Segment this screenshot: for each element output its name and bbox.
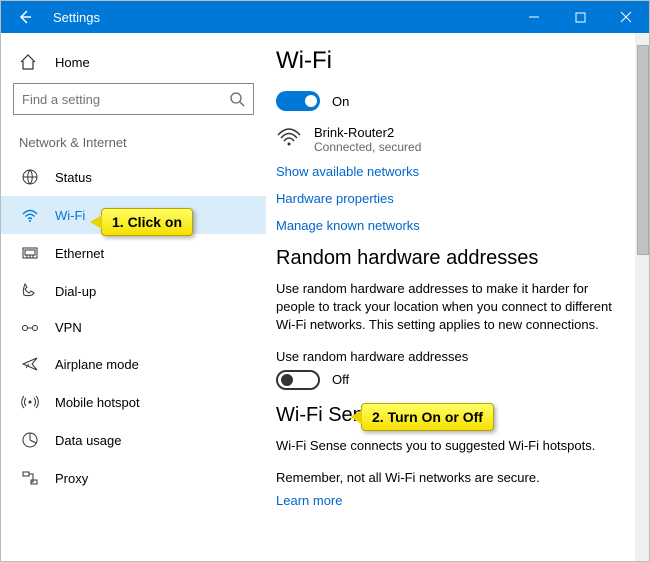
home-icon [19, 53, 41, 71]
back-button[interactable] [1, 1, 49, 33]
sidebar-item-label: VPN [55, 320, 82, 335]
link-manage-known[interactable]: Manage known networks [276, 218, 625, 233]
wifi-sense-desc2: Remember, not all Wi-Fi networks are sec… [276, 469, 625, 487]
proxy-icon [19, 469, 41, 487]
close-icon [620, 11, 632, 23]
dialup-icon [19, 282, 41, 300]
sidebar-item-label: Proxy [55, 471, 88, 486]
sidebar-home-label: Home [55, 55, 90, 70]
wifi-toggle[interactable] [276, 91, 320, 111]
sidebar-item-label: Status [55, 170, 92, 185]
sidebar-item-status[interactable]: Status [1, 158, 266, 196]
sidebar-item-label: Ethernet [55, 246, 104, 261]
sidebar-item-airplane[interactable]: Airplane mode [1, 345, 266, 383]
sidebar-section-label: Network & Internet [1, 129, 266, 158]
arrow-left-icon [17, 9, 33, 25]
link-show-networks[interactable]: Show available networks [276, 164, 625, 179]
link-hardware-props[interactable]: Hardware properties [276, 191, 625, 206]
network-name: Brink-Router2 [314, 125, 421, 140]
ethernet-icon [19, 244, 41, 262]
titlebar: Settings [1, 1, 649, 33]
hotspot-icon [19, 393, 41, 411]
sidebar-item-ethernet[interactable]: Ethernet [1, 234, 266, 272]
globe-icon [19, 168, 41, 186]
sidebar-item-label: Wi-Fi [55, 208, 85, 223]
airplane-icon [19, 355, 41, 373]
callout-1: 1. Click on [101, 208, 193, 236]
sidebar-item-vpn[interactable]: VPN [1, 310, 266, 345]
sidebar-home[interactable]: Home [1, 47, 266, 83]
data-usage-icon [19, 431, 41, 449]
sidebar-item-label: Data usage [55, 433, 122, 448]
current-network[interactable]: Brink-Router2 Connected, secured [276, 125, 625, 154]
callout-2: 2. Turn On or Off [361, 403, 494, 431]
random-addresses-heading: Random hardware addresses [276, 247, 625, 270]
random-addresses-desc: Use random hardware addresses to make it… [276, 280, 625, 335]
search-icon [229, 91, 245, 107]
sidebar-item-hotspot[interactable]: Mobile hotspot [1, 383, 266, 421]
wifi-signal-icon [276, 125, 306, 147]
page-title: Wi-Fi [276, 47, 625, 75]
wifi-sense-desc1: Wi-Fi Sense connects you to suggested Wi… [276, 437, 625, 455]
minimize-button[interactable] [511, 1, 557, 33]
link-learn-more[interactable]: Learn more [276, 493, 625, 508]
sidebar: Home Network & Internet Status Wi-Fi Eth… [1, 33, 266, 561]
maximize-button[interactable] [557, 1, 603, 33]
random-addresses-toggle[interactable] [276, 370, 320, 390]
sidebar-item-proxy[interactable]: Proxy [1, 459, 266, 497]
scrollbar-track[interactable] [635, 33, 649, 561]
minimize-icon [528, 11, 540, 23]
scrollbar-thumb[interactable] [637, 45, 649, 255]
sidebar-item-label: Dial-up [55, 284, 96, 299]
wifi-icon [19, 206, 41, 224]
search-box[interactable] [13, 83, 254, 115]
window-title: Settings [49, 10, 511, 25]
sidebar-item-label: Airplane mode [55, 357, 139, 372]
random-addresses-label: Use random hardware addresses [276, 349, 625, 364]
random-toggle-row: Off [276, 370, 625, 390]
sidebar-item-dialup[interactable]: Dial-up [1, 272, 266, 310]
wifi-toggle-state: On [332, 94, 349, 109]
close-button[interactable] [603, 1, 649, 33]
main-panel: Wi-Fi On Brink-Router2 Connected, secure… [266, 33, 649, 561]
sidebar-item-label: Mobile hotspot [55, 395, 140, 410]
search-input[interactable] [22, 92, 229, 107]
maximize-icon [575, 12, 586, 23]
network-status: Connected, secured [314, 140, 421, 154]
wifi-toggle-row: On [276, 91, 625, 111]
random-toggle-state: Off [332, 372, 349, 387]
sidebar-item-datausage[interactable]: Data usage [1, 421, 266, 459]
vpn-icon [19, 321, 41, 335]
window-controls [511, 1, 649, 33]
